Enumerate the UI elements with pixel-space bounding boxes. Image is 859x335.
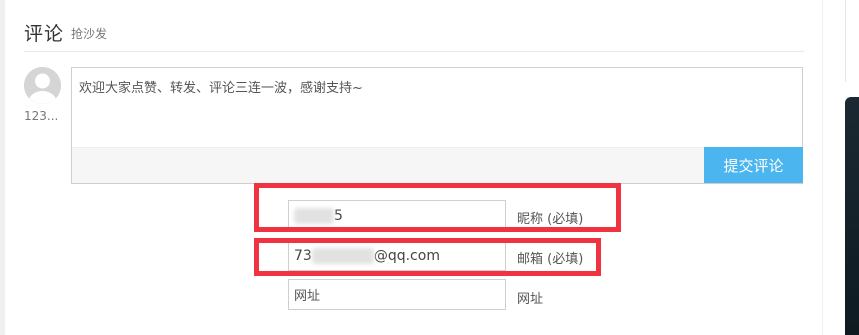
comment-textarea[interactable]: 欢迎大家点赞、转发、评论三连一波，感谢支持~	[72, 68, 802, 147]
highlight-box-nickname	[254, 183, 621, 232]
sidebar-dark-card	[845, 97, 859, 335]
sidebar-divider	[845, 0, 846, 82]
url-label: 网址	[517, 292, 544, 307]
submit-comment-button[interactable]: 提交评论	[704, 147, 803, 183]
url-field[interactable]: 网址	[288, 279, 506, 310]
comment-toolbar	[72, 147, 802, 183]
comments-title: 评论	[24, 23, 65, 45]
title-divider	[24, 51, 804, 52]
highlight-box-email	[254, 238, 601, 276]
default-user-avatar-icon	[24, 67, 61, 104]
comment-editor: 欢迎大家点赞、转发、评论三连一波，感谢支持~ 提交评论	[71, 67, 803, 184]
comments-subtitle: 抢沙发	[71, 27, 108, 41]
commenter-name: 123...	[24, 109, 59, 123]
